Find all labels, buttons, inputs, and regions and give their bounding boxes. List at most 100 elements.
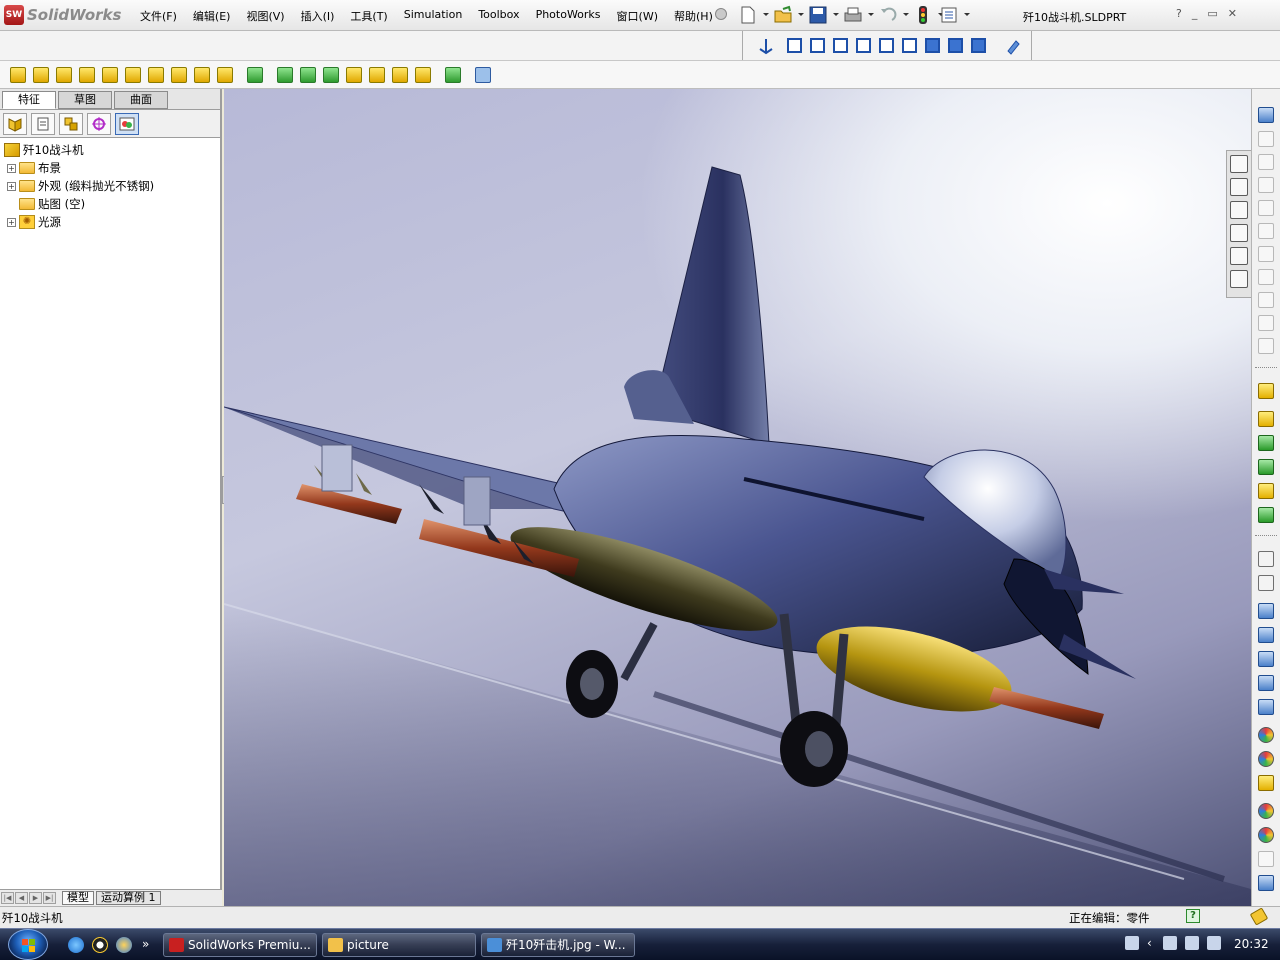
shell-icon[interactable] <box>194 66 210 83</box>
dimxpert-manager-icon[interactable] <box>87 112 111 135</box>
design-library-icon[interactable] <box>1230 178 1248 196</box>
baseline-dimension-icon[interactable] <box>1258 177 1274 193</box>
render-preview-icon[interactable] <box>1258 651 1274 667</box>
expand-icon[interactable]: + <box>7 217 16 227</box>
save-render-icon[interactable] <box>1258 699 1274 715</box>
quick-launch-more-icon[interactable]: » <box>142 937 149 953</box>
lights-icon[interactable] <box>1258 775 1274 791</box>
vertical-dimension-icon[interactable] <box>1258 154 1274 170</box>
render-icon[interactable] <box>1258 603 1274 619</box>
tree-item-decals[interactable]: 贴图 (空) <box>0 195 220 213</box>
top-view-icon[interactable] <box>879 38 894 53</box>
custom-properties-icon[interactable] <box>1230 270 1248 288</box>
search-results-icon[interactable] <box>1230 224 1248 242</box>
menu-file[interactable]: 文件(F) <box>140 8 177 24</box>
extrude-cut-icon[interactable] <box>102 66 118 83</box>
close-icon[interactable]: ✕ <box>1228 7 1237 20</box>
pin-menu-icon[interactable] <box>715 8 727 20</box>
curves-icon[interactable] <box>445 66 461 83</box>
photoworks-options-icon[interactable] <box>1258 875 1274 891</box>
qq-icon[interactable] <box>92 937 108 953</box>
trimetric-view-icon[interactable] <box>948 38 963 53</box>
new-document-icon[interactable] <box>738 5 769 25</box>
appearances-icon[interactable] <box>1230 247 1248 265</box>
ordinate-dimension-icon[interactable] <box>1258 246 1274 262</box>
restore-icon[interactable]: ▭ <box>1207 7 1217 20</box>
clock[interactable]: 20:32 <box>1234 937 1269 951</box>
loft-cut-icon[interactable] <box>171 66 187 83</box>
solidworks-logo[interactable]: SW SolidWorks <box>4 4 121 26</box>
help-menu-icon[interactable]: ? <box>1176 7 1182 20</box>
menu-help[interactable]: 帮助(H) <box>674 8 713 24</box>
loft-boss-icon[interactable] <box>79 66 95 83</box>
expand-icon[interactable]: + <box>7 181 16 191</box>
right-view-icon[interactable] <box>856 38 871 53</box>
extrude-boss-icon[interactable] <box>10 66 26 83</box>
draft-icon[interactable] <box>300 66 316 83</box>
tab-model[interactable]: 模型 <box>62 891 94 905</box>
surface-extrude-icon[interactable] <box>1258 383 1274 399</box>
rib-icon[interactable] <box>277 66 293 83</box>
chain-dimension-icon[interactable] <box>1258 223 1274 239</box>
dimetric-view-icon[interactable] <box>971 38 986 53</box>
front-view-icon[interactable] <box>787 38 802 53</box>
display-manager-icon[interactable] <box>115 112 139 135</box>
tab-surfaces[interactable]: 曲面 <box>114 91 168 109</box>
volume-icon[interactable] <box>1207 936 1221 950</box>
tab-sketch[interactable]: 草图 <box>58 91 112 109</box>
minimize-icon[interactable]: _ <box>1192 7 1198 20</box>
camera-icon[interactable] <box>1258 851 1274 867</box>
datum-icon[interactable] <box>1258 292 1274 308</box>
open-document-icon[interactable] <box>773 5 804 25</box>
tray-expand-icon[interactable]: ‹ <box>1147 936 1155 950</box>
back-view-icon[interactable] <box>810 38 825 53</box>
scene-icon[interactable] <box>1258 751 1274 767</box>
undo-icon[interactable] <box>878 5 909 25</box>
tree-item-scene[interactable]: + 布景 <box>0 159 220 177</box>
normal-to-icon[interactable] <box>757 37 775 55</box>
horizontal-dimension-icon[interactable] <box>1258 131 1274 147</box>
property-manager-icon[interactable] <box>31 112 55 135</box>
taskbar-item-picture-folder[interactable]: picture <box>322 933 476 957</box>
render-region-icon[interactable] <box>1258 627 1274 643</box>
home-icon[interactable] <box>1230 155 1248 173</box>
print-icon[interactable] <box>843 5 874 25</box>
internet-explorer-icon[interactable] <box>68 937 84 953</box>
tolerance-icon[interactable] <box>1258 315 1274 331</box>
start-button[interactable] <box>8 929 48 960</box>
rebuild-traffic-light-icon[interactable] <box>913 5 944 25</box>
view-tool-icon[interactable] <box>1004 37 1022 55</box>
configuration-manager-icon[interactable] <box>59 112 83 135</box>
taskbar-item-solidworks[interactable]: SolidWorks Premiu... <box>163 933 317 957</box>
decal-icon[interactable] <box>1258 803 1274 819</box>
dome-icon[interactable] <box>323 66 339 83</box>
wrap-icon[interactable] <box>369 66 385 83</box>
split-line-icon[interactable] <box>1258 483 1274 499</box>
sweep-boss-icon[interactable] <box>56 66 72 83</box>
material-icon[interactable] <box>1258 827 1274 843</box>
smart-dimension-icon[interactable] <box>1258 107 1274 123</box>
display-icon[interactable] <box>1185 936 1199 950</box>
angle-dimension-icon[interactable] <box>1258 200 1274 216</box>
isometric-view-icon[interactable] <box>925 38 940 53</box>
menu-window[interactable]: 窗口(W) <box>617 8 658 24</box>
revolve-cut-icon[interactable] <box>125 66 141 83</box>
tab-features[interactable]: 特征 <box>2 91 56 109</box>
prev-tab-icon[interactable]: ◀ <box>15 892 28 904</box>
expand-icon[interactable]: + <box>7 163 16 173</box>
menu-simulation[interactable]: Simulation <box>404 8 463 24</box>
help-icon[interactable]: ? <box>1186 909 1200 923</box>
bottom-view-icon[interactable] <box>902 38 917 53</box>
helix-icon[interactable] <box>1258 435 1274 451</box>
security-shield-icon[interactable] <box>116 937 132 953</box>
last-tab-icon[interactable]: ▶| <box>43 892 56 904</box>
surface-revolve-icon[interactable] <box>1258 411 1274 427</box>
next-tab-icon[interactable]: ▶ <box>29 892 42 904</box>
hole-wizard-icon[interactable] <box>346 66 362 83</box>
appearance-icon[interactable] <box>1258 727 1274 743</box>
linear-pattern-icon[interactable] <box>247 66 263 83</box>
left-view-icon[interactable] <box>833 38 848 53</box>
render-options-icon[interactable] <box>1258 675 1274 691</box>
menu-edit[interactable]: 编辑(E) <box>193 8 231 24</box>
tree-item-appearance[interactable]: + 外观 (缎料抛光不锈钢) <box>0 177 220 195</box>
